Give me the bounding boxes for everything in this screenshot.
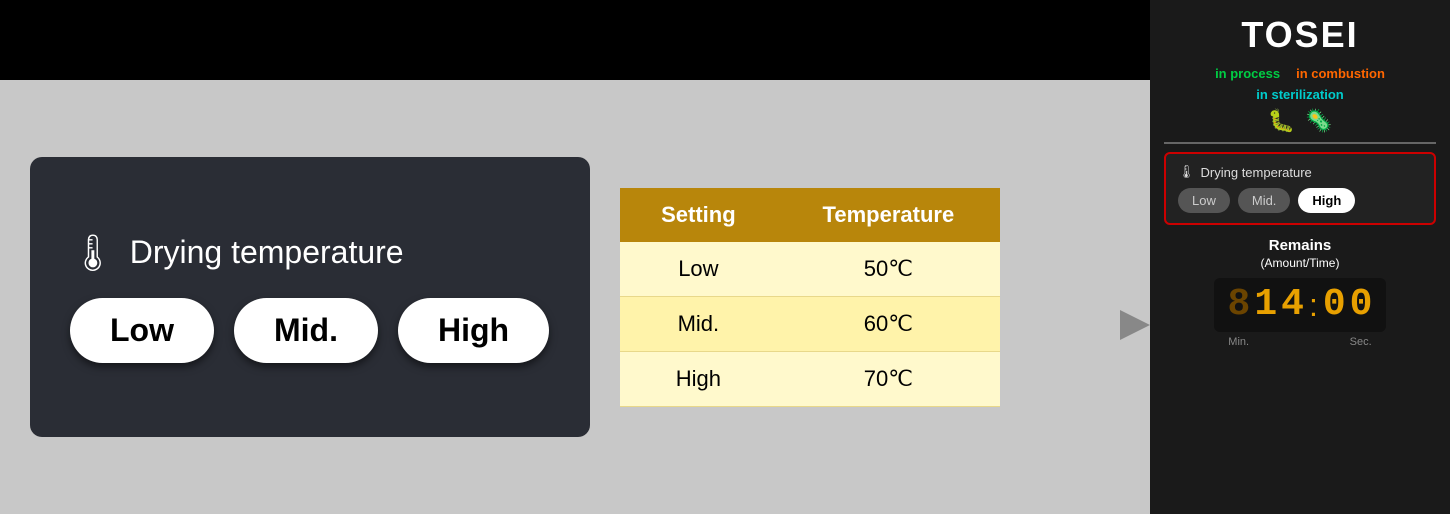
left-panel: 🌡 Drying temperature Low Mid. High [30, 157, 590, 437]
remains-label: Remains [1269, 237, 1332, 254]
thermometer-icon: 🌡 [70, 232, 116, 274]
temperature-table: Setting Temperature Low 50℃ Mid. 60℃ Hig… [620, 188, 1000, 407]
temp-high: 70℃ [777, 351, 1000, 406]
digit-8: 8 [1228, 286, 1251, 324]
drying-card-label: Drying temperature [1201, 165, 1312, 180]
digit-4: 4 [1281, 286, 1304, 324]
table-row: High 70℃ [620, 351, 1000, 406]
bug-icon-1: 🐛 [1268, 108, 1295, 134]
drying-card-title: 🌡 Drying temperature [1178, 164, 1422, 180]
in-process-label: in process [1215, 66, 1280, 81]
setting-mid: Mid. [620, 296, 777, 351]
sec-label: Sec. [1350, 336, 1372, 348]
panel-title: 🌡 Drying temperature [70, 232, 404, 274]
panel-title-text: Drying temperature [130, 234, 404, 271]
mini-low-button[interactable]: Low [1178, 188, 1230, 213]
low-button[interactable]: Low [70, 298, 214, 363]
table-row: Low 50℃ [620, 242, 1000, 297]
right-sidebar: TOSEI in process in combustion in steril… [1150, 0, 1450, 514]
remains-sublabel: (Amount/Time) [1261, 256, 1340, 270]
temp-mid: 60℃ [777, 296, 1000, 351]
high-button[interactable]: High [398, 298, 549, 363]
temp-low: 50℃ [777, 242, 1000, 297]
status-row: in process in combustion [1215, 66, 1385, 81]
temperature-header: Temperature [777, 188, 1000, 242]
buttons-row: Low Mid. High [70, 298, 549, 363]
arrow-icon [1120, 310, 1150, 340]
min-label: Min. [1228, 336, 1249, 348]
in-sterilization-label: in sterilization [1256, 87, 1343, 102]
drying-card-buttons: Low Mid. High [1178, 188, 1422, 213]
digit-0-1: 0 [1323, 286, 1346, 324]
digital-display: 8 1 4 : 0 0 [1214, 278, 1387, 332]
status-row2: in sterilization [1256, 87, 1343, 104]
mid-button[interactable]: Mid. [234, 298, 378, 363]
drying-thermometer-icon: 🌡 [1178, 164, 1195, 180]
setting-header: Setting [620, 188, 777, 242]
time-labels: Min. Sec. [1164, 336, 1436, 348]
in-combustion-label: in combustion [1296, 66, 1385, 81]
main-area: 🌡 Drying temperature Low Mid. High Setti… [0, 80, 1150, 514]
setting-low: Low [620, 242, 777, 297]
digit-colon: : [1309, 287, 1318, 324]
mini-high-button[interactable]: High [1298, 188, 1355, 213]
mini-mid-button[interactable]: Mid. [1238, 188, 1291, 213]
bug-icons: 🐛 🦠 [1268, 108, 1333, 134]
bug-icon-2: 🦠 [1305, 108, 1332, 134]
drying-card: 🌡 Drying temperature Low Mid. High [1164, 152, 1436, 225]
separator-line [1164, 142, 1436, 144]
digit-0-2: 0 [1350, 286, 1373, 324]
tosei-logo: TOSEI [1241, 14, 1358, 56]
setting-high: High [620, 351, 777, 406]
digit-1: 1 [1254, 286, 1277, 324]
table-row: Mid. 60℃ [620, 296, 1000, 351]
